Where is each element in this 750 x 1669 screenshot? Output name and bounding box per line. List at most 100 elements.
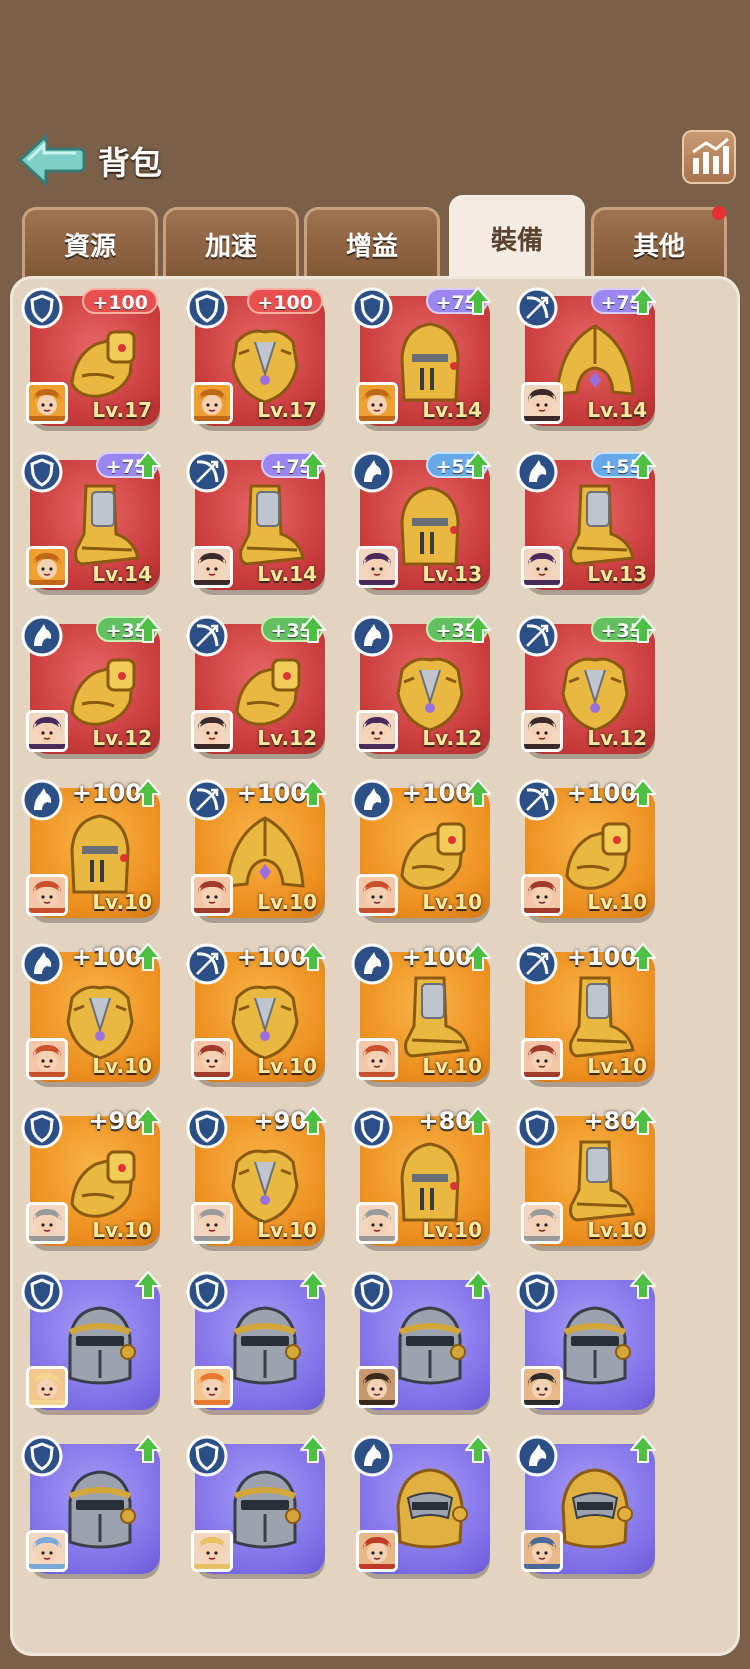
equipment-item[interactable] <box>20 1434 161 1574</box>
old-man-portrait-icon <box>29 1205 65 1241</box>
tab-bar: 資源 加速 增益 裝備 其他 <box>22 195 732 285</box>
equipment-item[interactable]: Lv.14 +75 <box>350 286 491 426</box>
equipment-item[interactable] <box>185 1434 326 1574</box>
equipment-item[interactable]: Lv.12 +35 <box>185 614 326 754</box>
equipment-item[interactable]: Lv.13 +55 <box>350 450 491 590</box>
back-arrow-icon[interactable] <box>16 130 86 190</box>
equipment-item[interactable]: Lv.10 +100 <box>185 942 326 1082</box>
shield-class-icon <box>516 1271 558 1313</box>
equipment-item[interactable]: Lv.10 +80 <box>515 1106 656 1246</box>
equipment-item[interactable]: Lv.12 +35 <box>350 614 491 754</box>
level-label: Lv.17 <box>257 398 317 422</box>
hero-avatar <box>191 874 233 916</box>
equipment-item[interactable]: Lv.10 +100 <box>185 778 326 918</box>
hero-avatar <box>26 710 68 752</box>
tab-other[interactable]: 其他 <box>591 207 727 283</box>
upgrade-arrow-icon <box>300 779 326 807</box>
upgrade-arrow-icon <box>135 1271 161 1299</box>
bow-class-icon <box>516 943 558 985</box>
equipment-item[interactable]: Lv.12 +35 <box>515 614 656 754</box>
level-label: Lv.10 <box>422 1218 482 1242</box>
equipment-item[interactable]: Lv.10 +100 <box>350 778 491 918</box>
equipment-item[interactable]: Lv.12 +35 <box>20 614 161 754</box>
equipment-item[interactable]: Lv.10 +80 <box>350 1106 491 1246</box>
equipment-item[interactable] <box>350 1270 491 1410</box>
equipment-item[interactable]: Lv.10 +100 <box>515 942 656 1082</box>
stats-button[interactable] <box>682 130 736 184</box>
equipment-item[interactable] <box>515 1270 656 1410</box>
hero-avatar <box>356 382 398 424</box>
hero-avatar <box>356 1530 398 1572</box>
equipment-item[interactable] <box>350 1434 491 1574</box>
equipment-item[interactable]: Lv.14 +75 <box>515 286 656 426</box>
horse-class-icon <box>351 1435 393 1477</box>
hero-avatar <box>356 1202 398 1244</box>
blue-knight-portrait-icon <box>29 1533 65 1569</box>
level-label: Lv.10 <box>587 1054 647 1078</box>
bow-class-icon <box>516 615 558 657</box>
equipment-item[interactable]: Lv.17 +100 <box>185 286 325 426</box>
old-man-portrait-icon <box>359 1205 395 1241</box>
hero-avatar <box>356 1038 398 1080</box>
rider-girl-portrait-icon <box>359 713 395 749</box>
bow-class-icon <box>186 779 228 821</box>
horse-class-icon <box>516 1435 558 1477</box>
equipment-item[interactable]: Lv.17 +100 <box>20 286 160 426</box>
page-title: 背包 <box>98 144 163 182</box>
redhead-portrait-icon <box>29 1041 65 1077</box>
beard-man-portrait-icon <box>194 877 230 913</box>
hero-avatar <box>26 1530 68 1572</box>
upgrade-arrow-icon <box>465 1271 491 1299</box>
equipment-item[interactable]: Lv.10 +100 <box>350 942 491 1082</box>
equipment-item[interactable]: Lv.10 +90 <box>185 1106 326 1246</box>
shield-class-icon <box>186 1435 228 1477</box>
upgrade-arrow-icon <box>630 943 656 971</box>
rider-girl-portrait-icon <box>359 549 395 585</box>
equipment-item[interactable] <box>185 1270 326 1410</box>
equipment-item[interactable]: Lv.10 +100 <box>20 778 161 918</box>
upgrade-arrow-icon <box>465 1435 491 1463</box>
spartan-portrait-icon <box>194 385 230 421</box>
bonus-badge: +100 <box>247 288 323 314</box>
equipment-grid: Lv.17 +100 Lv.17 +100 Lv.14 +75 Lv.14 +75 Lv.14 +… <box>10 276 740 1656</box>
equipment-item[interactable] <box>20 1270 161 1410</box>
upgrade-arrow-icon <box>465 1107 491 1135</box>
level-label: Lv.12 <box>422 726 482 750</box>
horse-class-icon <box>351 451 393 493</box>
level-label: Lv.13 <box>422 562 482 586</box>
dark-beard-portrait-icon <box>359 1369 395 1405</box>
tab-equipment[interactable]: 裝備 <box>449 195 585 285</box>
upgrade-arrow-icon <box>300 1271 326 1299</box>
beard-man-portrait-icon <box>524 1041 560 1077</box>
upgrade-arrow-icon <box>630 1435 656 1463</box>
level-label: Lv.10 <box>422 1054 482 1078</box>
equipment-item[interactable]: Lv.14 +75 <box>20 450 161 590</box>
spartan-portrait-icon <box>359 385 395 421</box>
equipment-item[interactable]: Lv.10 +100 <box>20 942 161 1082</box>
hero-avatar <box>521 382 563 424</box>
horse-class-icon <box>21 779 63 821</box>
equipment-item[interactable]: Lv.13 +55 <box>515 450 656 590</box>
upgrade-arrow-icon <box>135 779 161 807</box>
upgrade-arrow-icon <box>135 943 161 971</box>
hero-avatar <box>356 1366 398 1408</box>
equipment-item[interactable]: Lv.14 +75 <box>185 450 326 590</box>
level-label: Lv.12 <box>92 726 152 750</box>
equipment-item[interactable] <box>515 1434 656 1574</box>
redhead-portrait-icon <box>359 1041 395 1077</box>
upgrade-arrow-icon <box>135 615 161 643</box>
shield-class-icon <box>21 1435 63 1477</box>
bow-class-icon <box>186 615 228 657</box>
shield-class-icon <box>21 1271 63 1313</box>
equipment-item[interactable]: Lv.10 +100 <box>515 778 656 918</box>
tab-boosts[interactable]: 增益 <box>304 207 440 283</box>
shield-class-icon <box>516 1107 558 1149</box>
hero-avatar <box>191 1530 233 1572</box>
hero-avatar <box>521 1038 563 1080</box>
horse-class-icon <box>351 615 393 657</box>
shield-class-icon <box>21 451 63 493</box>
equipment-item[interactable]: Lv.10 +90 <box>20 1106 161 1246</box>
tab-speedups[interactable]: 加速 <box>163 207 299 283</box>
tab-resources[interactable]: 資源 <box>22 207 158 283</box>
upgrade-arrow-icon <box>630 1107 656 1135</box>
